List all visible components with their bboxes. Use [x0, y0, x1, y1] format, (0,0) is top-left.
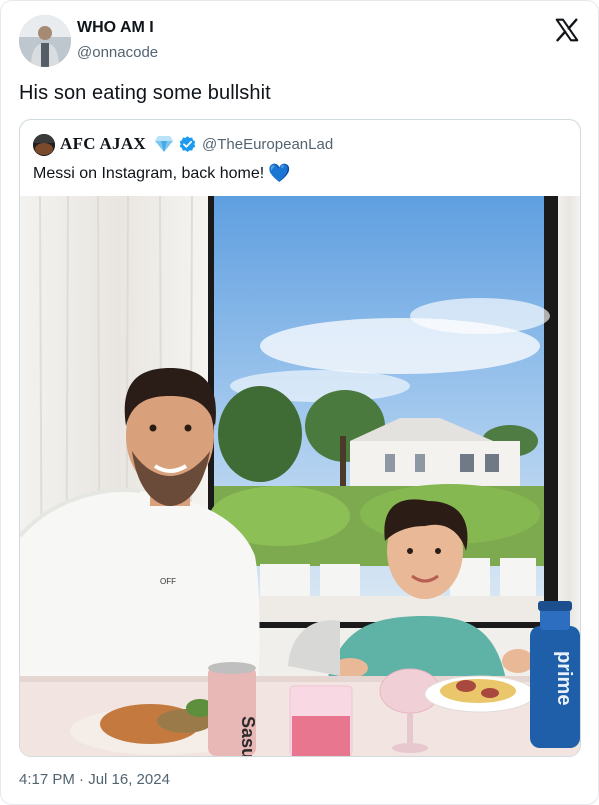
tweet-text: His son eating some bullshit — [19, 82, 271, 104]
quoted-author-handle[interactable]: @TheEuropeanLad — [202, 136, 333, 153]
quoted-author-name[interactable]: AFC AJAX — [60, 134, 146, 154]
quoted-tweet-photo[interactable]: OFF Sasu prime — [20, 196, 580, 757]
avatar-image — [19, 15, 71, 67]
can-label: Sasu — [238, 716, 258, 757]
author-handle[interactable]: @onnacode — [77, 44, 158, 61]
svg-text:OFF: OFF — [160, 577, 176, 586]
verified-badge-icon — [178, 135, 197, 154]
tweet-timestamp[interactable]: 4:17 PM · Jul 16, 2024 — [19, 771, 170, 788]
author-name[interactable]: WHO AM I — [77, 19, 154, 37]
quoted-tweet-text: Messi on Instagram, back home! 💙 — [33, 163, 291, 184]
bottle-label: prime — [553, 651, 575, 705]
diamond-icon — [154, 135, 174, 153]
blue-heart-emoji: 💙 — [268, 163, 291, 183]
photo-scene: OFF Sasu prime — [20, 196, 580, 757]
quoted-author-avatar[interactable] — [33, 134, 55, 156]
quoted-tweet[interactable]: AFC AJAX @TheEuropeanLad Messi on Instag… — [19, 119, 581, 757]
author-avatar[interactable] — [19, 15, 71, 67]
x-logo-icon[interactable] — [554, 17, 580, 43]
quoted-text-body: Messi on Instagram, back home! — [33, 165, 265, 182]
tweet-card: WHO AM I @onnacode His son eating some b… — [0, 0, 599, 805]
